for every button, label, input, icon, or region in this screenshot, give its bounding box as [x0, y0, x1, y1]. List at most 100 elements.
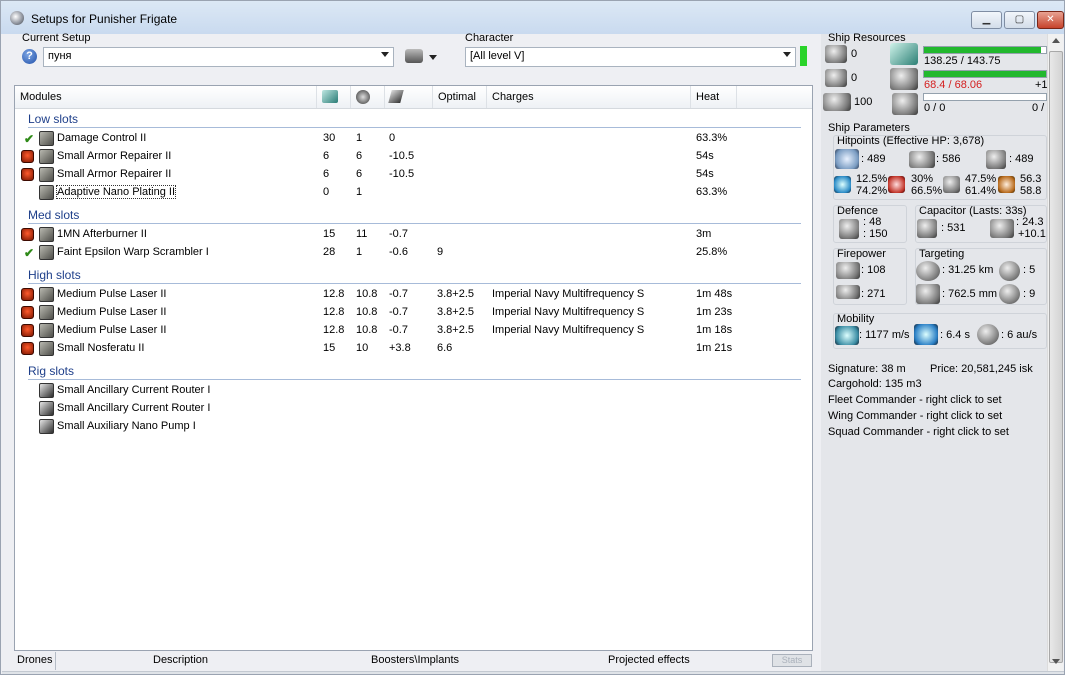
module-row[interactable]: 1MN Afterburner II 15 11 -0.7 3m [15, 226, 813, 244]
character-select[interactable]: [All level V] [465, 47, 796, 67]
col-heat[interactable]: Heat [691, 86, 737, 108]
cpu-value: 138.25 / 143.75 [924, 55, 1001, 67]
scroll-up-icon[interactable] [1052, 38, 1060, 43]
module-heat: 54s [696, 168, 714, 180]
module-row[interactable]: Small Ancillary Current Router I [15, 382, 813, 400]
module-row[interactable]: ✔ Faint Epsilon Warp Scrambler I 28 1 -0.6 9 2… [15, 244, 813, 262]
explosive-resist-icon [998, 176, 1015, 193]
module-powergrid: 1 [356, 186, 363, 198]
module-heat: 1m 23s [696, 306, 733, 318]
module-name: Medium Pulse Laser II [57, 288, 167, 300]
tab-drones[interactable]: Drones [17, 654, 52, 666]
module-charge: Imperial Navy Multifrequency S [492, 324, 645, 336]
col-cpu[interactable] [317, 86, 351, 108]
module-icon [39, 383, 54, 398]
module-row[interactable]: Adaptive Nano Plating II 0 1 63.3% [15, 184, 813, 202]
capacitor-icon [388, 90, 404, 103]
speed-value: : 1177 m/s [859, 329, 910, 341]
fleet-commander-text[interactable]: Fleet Commander - right click to set [828, 394, 1002, 406]
module-name: Small Auxiliary Nano Pump I [57, 420, 196, 432]
module-icon [39, 149, 54, 164]
scroll-down-icon[interactable] [1052, 659, 1060, 664]
setup-select[interactable]: пуня [43, 47, 394, 67]
align-time-value: : 6.4 s [940, 329, 970, 341]
vertical-scrollbar[interactable] [1047, 34, 1063, 671]
squad-commander-text[interactable]: Squad Commander - right click to set [828, 426, 1009, 438]
module-cpu: 12.8 [323, 324, 345, 336]
capacitor-recharge: : 24.3 [1016, 216, 1044, 228]
turret-hardpoint-icon [825, 45, 847, 63]
module-icon [39, 287, 54, 302]
repair-icon [839, 219, 859, 239]
kinetic-resist-icon [943, 176, 960, 193]
module-row[interactable]: Small Ancillary Current Router I [15, 400, 813, 418]
module-name: Damage Control II [57, 132, 147, 144]
close-button[interactable]: ✕ [1037, 11, 1064, 29]
calibration-icon [892, 93, 918, 115]
overheat-icon[interactable] [21, 288, 34, 301]
window-title: Setups for Punisher Frigate [31, 12, 178, 26]
setup-window: Setups for Punisher Frigate ▁ ▢ ✕ Curren… [0, 0, 1065, 675]
chevron-down-icon [783, 52, 791, 57]
col-optimal[interactable]: Optimal [433, 86, 487, 108]
module-powergrid: 1 [356, 132, 363, 144]
overheat-icon[interactable] [21, 306, 34, 319]
tab-description[interactable]: Description [153, 654, 208, 666]
ship-menu-icon[interactable] [405, 49, 423, 63]
character-value: [All level V] [470, 50, 525, 62]
powergrid-icon [890, 68, 918, 90]
powergrid-value: 68.4 / 68.06 [924, 79, 983, 91]
module-name: Adaptive Nano Plating II [55, 185, 177, 199]
module-row[interactable]: Small Armor Repairer II 6 6 -10.5 54s [15, 166, 813, 184]
tab-divider [55, 652, 56, 670]
module-row[interactable]: Medium Pulse Laser II 12.8 10.8 -0.7 3.8+2.5… [15, 304, 813, 322]
ship-menu-chevron-icon[interactable] [429, 55, 437, 60]
shield-hp-value: : 489 [861, 153, 886, 165]
section-title: Med slots [28, 208, 80, 222]
online-check-icon[interactable]: ✔ [24, 246, 34, 260]
module-row[interactable]: Medium Pulse Laser II 12.8 10.8 -0.7 3.8+2.5… [15, 322, 813, 340]
tab-projected-effects[interactable]: Projected effects [608, 654, 690, 666]
overheat-icon[interactable] [21, 168, 34, 181]
title-bar[interactable]: Setups for Punisher Frigate ▁ ▢ ✕ [1, 1, 1064, 34]
maximize-button[interactable]: ▢ [1004, 11, 1035, 29]
em-resist-icon [834, 176, 851, 193]
online-check-icon[interactable]: ✔ [24, 132, 34, 146]
status-bar [2, 671, 1064, 674]
powergrid-extra: +1 [1035, 79, 1048, 91]
warp-speed-icon [977, 324, 999, 345]
thermal-resist-icon [888, 176, 905, 193]
stats-button[interactable]: Stats [772, 654, 812, 667]
overheat-icon[interactable] [21, 324, 34, 337]
overheat-icon[interactable] [21, 228, 34, 241]
module-icon [39, 185, 54, 200]
col-charges[interactable]: Charges [487, 86, 691, 108]
signature-text: Signature: 38 m [828, 363, 906, 375]
help-icon[interactable]: ? [22, 49, 37, 64]
module-powergrid: 11 [356, 228, 368, 240]
turret-slots-value: 0 [851, 48, 858, 60]
col-powergrid[interactable] [351, 86, 385, 108]
module-icon [39, 401, 54, 416]
capacitor-icon [917, 219, 937, 238]
col-capacitor[interactable] [385, 86, 433, 108]
overheat-icon[interactable] [21, 342, 34, 355]
minimize-button[interactable]: ▁ [971, 11, 1002, 29]
overheat-icon[interactable] [21, 150, 34, 163]
module-row[interactable]: Small Armor Repairer II 6 6 -10.5 54s [15, 148, 813, 166]
module-row[interactable]: Small Nosferatu II 15 10 +3.8 6.6 1m 21s [15, 340, 813, 358]
module-row[interactable]: ✔ Damage Control II 30 1 0 63.3% [15, 130, 813, 148]
wing-commander-text[interactable]: Wing Commander - right click to set [828, 410, 1002, 422]
col-modules[interactable]: Modules [15, 86, 317, 108]
scroll-thumb[interactable] [1049, 51, 1063, 663]
warp-speed-value: : 6 au/s [1001, 329, 1038, 341]
module-optimal: 3.8+2.5 [437, 288, 475, 300]
resist-3: 66.5% [911, 185, 943, 197]
module-row[interactable]: Medium Pulse Laser II 12.8 10.8 -0.7 3.8+2.5… [15, 286, 813, 304]
module-capacitor: 0 [389, 132, 396, 144]
tab-boosters-implants[interactable]: Boosters\Implants [371, 654, 459, 666]
module-row[interactable]: Small Auxiliary Nano Pump I [15, 418, 813, 436]
module-cpu: 0 [323, 186, 330, 198]
resist-4: 47.5% [965, 173, 997, 185]
capacitor-amount: : 531 [941, 222, 966, 234]
